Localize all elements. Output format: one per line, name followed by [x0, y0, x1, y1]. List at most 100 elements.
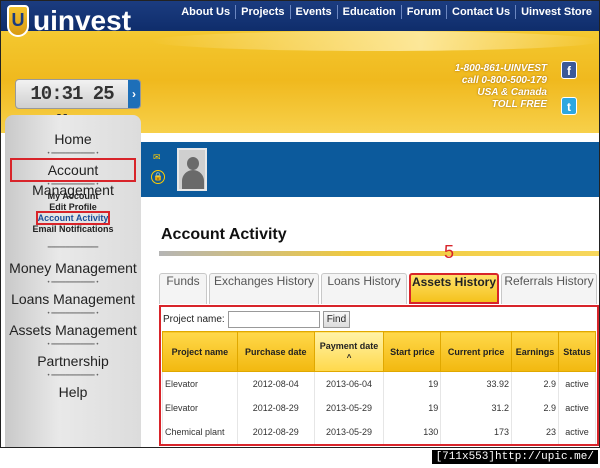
sidebar-item-home[interactable]: Home	[5, 129, 141, 149]
col-payment-date-label: Payment date	[319, 341, 379, 351]
nav-forum[interactable]: Forum	[400, 5, 446, 19]
cell-current-price: 31.2	[440, 395, 513, 420]
phone-line: TOLL FREE	[491, 99, 547, 110]
col-project-name[interactable]: Project name	[162, 331, 238, 372]
col-current-price[interactable]: Current price	[440, 331, 513, 372]
cell-payment-date: 2013-06-04	[313, 371, 385, 396]
search-row: Project name: Find	[163, 309, 351, 329]
step-number: 5	[444, 242, 455, 262]
cell-payment-date: 2013-05-29	[313, 419, 385, 444]
nav-uinvest-store[interactable]: Uinvest Store	[515, 5, 597, 19]
logo-text: uinvest	[33, 5, 132, 36]
sidebar-item-partnership[interactable]: Partnership	[5, 351, 141, 371]
find-button[interactable]: Find	[322, 310, 351, 328]
cell-purchase-date: 2012-08-29	[236, 395, 315, 420]
cell-project-name: Chemical plant	[162, 419, 238, 444]
cell-payment-date: 2013-05-29	[313, 395, 385, 420]
sidebar-divider: • ━━━━━━━━━━━━ •	[47, 151, 99, 157]
project-name-input[interactable]	[227, 310, 320, 328]
sidebar-divider: • ━━━━━━━━━━━━ •	[47, 182, 99, 188]
tab-loans-history[interactable]: Loans History	[321, 273, 407, 304]
cell-project-name: Elevator	[162, 371, 238, 396]
sidebar-item-loans-management[interactable]: Loans Management	[5, 289, 141, 309]
nav-about-us[interactable]: About Us	[176, 5, 235, 19]
table-row: Chemical plant 2012-08-29 2013-05-29 130…	[162, 419, 596, 444]
nav-contact-us[interactable]: Contact Us	[446, 5, 515, 19]
cell-start-price: 130	[383, 419, 442, 444]
search-label: Project name:	[163, 313, 225, 325]
col-start-price[interactable]: Start price	[383, 331, 442, 372]
col-earnings[interactable]: Earnings	[511, 331, 559, 372]
sidebar-item-money-management[interactable]: Money Management	[5, 258, 141, 278]
avatar[interactable]	[177, 148, 207, 191]
sidebar-divider: • ━━━━━━━━━━━━ •	[47, 342, 99, 348]
col-payment-date[interactable]: Payment date ^	[313, 331, 385, 372]
sidebar-item-assets-management[interactable]: Assets Management	[5, 320, 141, 340]
nav-projects[interactable]: Projects	[235, 5, 289, 19]
main-content: Account Activity 5 Funds Exchanges Histo…	[141, 197, 599, 447]
cell-start-price: 19	[383, 395, 442, 420]
tab-exchanges-history[interactable]: Exchanges History	[209, 273, 319, 304]
app-frame: U uinvest About Us Projects Events Educa…	[0, 0, 600, 448]
sidebar-subitem-my-account[interactable]: My Account	[5, 191, 141, 202]
cell-purchase-date: 2012-08-29	[236, 419, 315, 444]
col-purchase-date[interactable]: Purchase date	[236, 331, 315, 372]
phone-line: USA & Canada	[477, 87, 547, 98]
table-row: Elevator 2012-08-04 2013-06-04 19 33.92 …	[162, 371, 596, 396]
logo[interactable]: U uinvest	[7, 3, 131, 39]
cell-project-name: Elevator	[162, 395, 238, 420]
cell-start-price: 19	[383, 371, 442, 396]
title-underline	[159, 251, 599, 256]
cell-status: active	[558, 371, 596, 396]
cell-current-price: 173	[440, 419, 513, 444]
avatar-head	[187, 157, 199, 170]
top-nav: About Us Projects Events Education Forum…	[176, 5, 597, 19]
cell-status: active	[558, 419, 596, 444]
phone-info: 1-800-861-UINVEST call 0-800-500-179 USA…	[455, 63, 547, 111]
sidebar-item-help[interactable]: Help	[5, 382, 141, 402]
lock-icon[interactable]: 🔒	[151, 170, 165, 184]
assets-table: Project name Purchase date Payment date …	[162, 331, 596, 444]
cell-current-price: 33.92	[440, 371, 513, 396]
sort-ascending-icon: ^	[346, 353, 352, 362]
cell-earnings: 2.9	[511, 395, 559, 420]
logo-badge-icon: U	[7, 5, 29, 37]
watermark-strip: [711x553]http://upic.me/	[0, 448, 600, 468]
avatar-body	[182, 170, 204, 189]
sidebar-subitem-email-notifications[interactable]: Email Notifications	[5, 224, 141, 235]
assets-grid-panel: Project name: Find Project name Purchase…	[159, 305, 599, 446]
col-status[interactable]: Status	[558, 331, 596, 372]
page-title: Account Activity	[161, 226, 287, 243]
cell-earnings: 2.9	[511, 371, 559, 396]
cell-earnings: 23	[511, 419, 559, 444]
twitter-icon[interactable]: t	[561, 97, 577, 115]
clock-widget: 10:31 25 May ›	[15, 79, 141, 133]
table-row: Elevator 2012-08-29 2013-05-29 19 31.2 2…	[162, 395, 596, 420]
chevron-right-icon[interactable]: ›	[128, 80, 140, 108]
nav-education[interactable]: Education	[336, 5, 401, 19]
mail-icon[interactable]: ✉	[153, 152, 161, 163]
phone-line: 1-800-861-UINVEST	[454, 63, 547, 74]
tab-funds[interactable]: Funds	[159, 273, 207, 304]
sidebar-divider: • ━━━━━━━━━━━━ •	[47, 373, 99, 379]
tab-referrals-history[interactable]: Referrals History	[501, 273, 597, 304]
tab-bar: Funds Exchanges History Loans History As…	[159, 273, 599, 305]
site-header: U uinvest About Us Projects Events Educa…	[1, 1, 599, 133]
table-header-row: Project name Purchase date Payment date …	[162, 331, 596, 372]
cell-status: active	[558, 395, 596, 420]
tab-assets-history[interactable]: Assets History	[409, 273, 499, 304]
header-swoosh	[151, 31, 599, 51]
nav-events[interactable]: Events	[289, 5, 337, 19]
sidebar: Home • ━━━━━━━━━━━━ • Account Management…	[5, 115, 141, 447]
sidebar-subitem-account-activity-label: Account Activity	[35, 211, 111, 225]
cell-purchase-date: 2012-08-04	[236, 371, 315, 396]
sidebar-subitem-edit-profile[interactable]: Edit Profile	[5, 202, 141, 213]
sidebar-subitem-account-activity[interactable]: Account Activity	[5, 211, 141, 225]
sidebar-divider: • ━━━━━━━━━━━━ •	[47, 311, 99, 317]
phone-line: call 0-800-500-179	[461, 75, 547, 86]
facebook-icon[interactable]: f	[561, 61, 577, 79]
sidebar-divider: ━━━━━━━━━━━━━━	[47, 245, 99, 251]
clock-time: 10:31 25 May	[30, 83, 114, 133]
sidebar-item-account-management[interactable]: Account Management	[10, 158, 136, 198]
